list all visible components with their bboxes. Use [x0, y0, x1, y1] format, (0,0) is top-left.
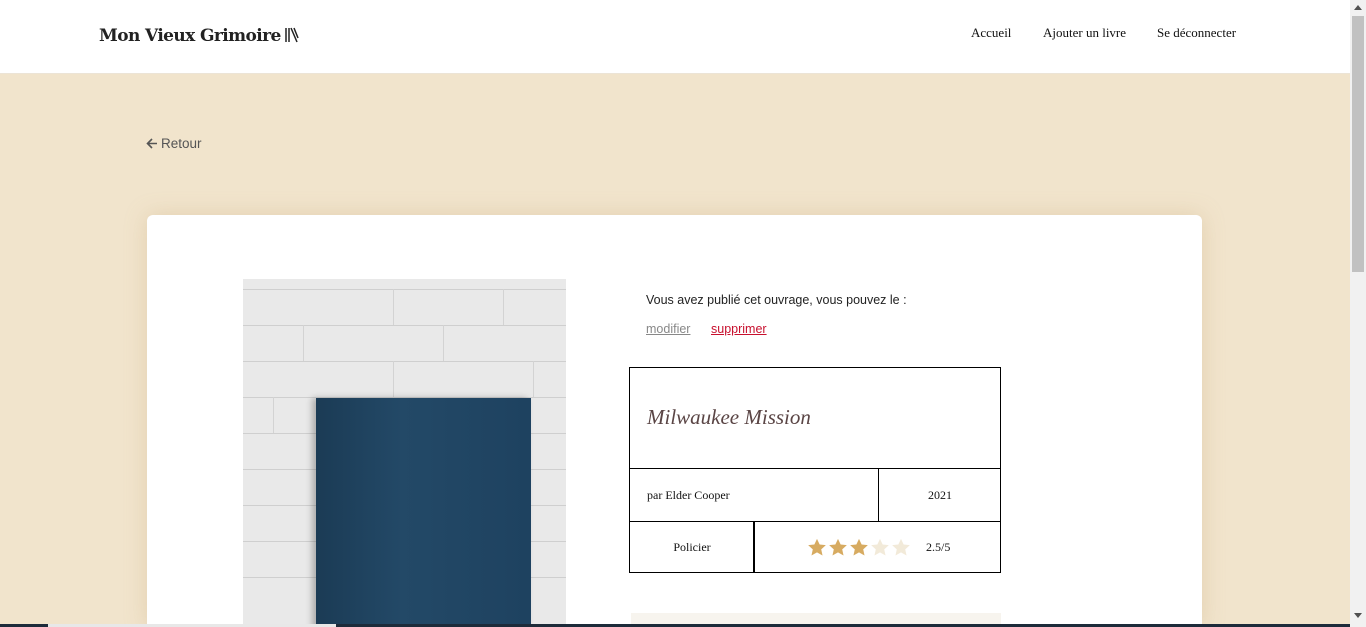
delete-link[interactable]: supprimer — [711, 322, 767, 336]
edit-link[interactable]: modifier — [646, 322, 690, 336]
star-icon — [892, 538, 910, 556]
nav-home[interactable]: Accueil — [971, 25, 1011, 41]
title-row: Milwaukee Mission — [630, 368, 1000, 469]
logo-text: Mon Vieux Grimoire — [99, 26, 281, 46]
scroll-down-icon[interactable] — [1354, 613, 1362, 618]
book-genre: Policier — [673, 540, 711, 554]
owner-notice: Vous avez publié cet ouvrage, vous pouve… — [646, 293, 907, 307]
book-author: par Elder Cooper — [647, 488, 730, 502]
book-object — [316, 398, 531, 627]
nav-logout[interactable]: Se déconnecter — [1157, 25, 1236, 41]
star-icon — [871, 538, 889, 556]
star-icon — [850, 538, 868, 556]
cell-divider — [753, 522, 755, 573]
scroll-up-icon[interactable] — [1354, 5, 1362, 10]
rating-stars — [807, 538, 912, 561]
book-cover-image — [243, 279, 566, 627]
author-year-row: par Elder Cooper 2021 — [630, 469, 1000, 522]
book-title: Milwaukee Mission — [647, 405, 811, 429]
book-info-table: Milwaukee Mission par Elder Cooper 2021 … — [629, 367, 1001, 573]
back-link[interactable]: Retour — [146, 136, 202, 151]
site-header: Mon Vieux Grimoire Accueil Ajouter un li… — [0, 0, 1350, 74]
back-label: Retour — [161, 136, 202, 151]
genre-rating-row: Policier 2.5/5 — [630, 522, 1000, 574]
star-icon — [829, 538, 847, 556]
scroll-thumb[interactable] — [1352, 16, 1364, 272]
book-year: 2021 — [928, 488, 952, 502]
site-logo[interactable]: Mon Vieux Grimoire — [99, 26, 299, 48]
arrow-left-icon — [146, 138, 157, 149]
book-card: Vous avez publié cet ouvrage, vous pouve… — [147, 215, 1202, 627]
nav-add-book[interactable]: Ajouter un livre — [1043, 25, 1126, 41]
rating-score: 2.5/5 — [926, 540, 951, 554]
book-logo-icon — [284, 27, 299, 48]
page-scrollbar[interactable] — [1350, 0, 1366, 627]
star-icon — [808, 538, 826, 556]
